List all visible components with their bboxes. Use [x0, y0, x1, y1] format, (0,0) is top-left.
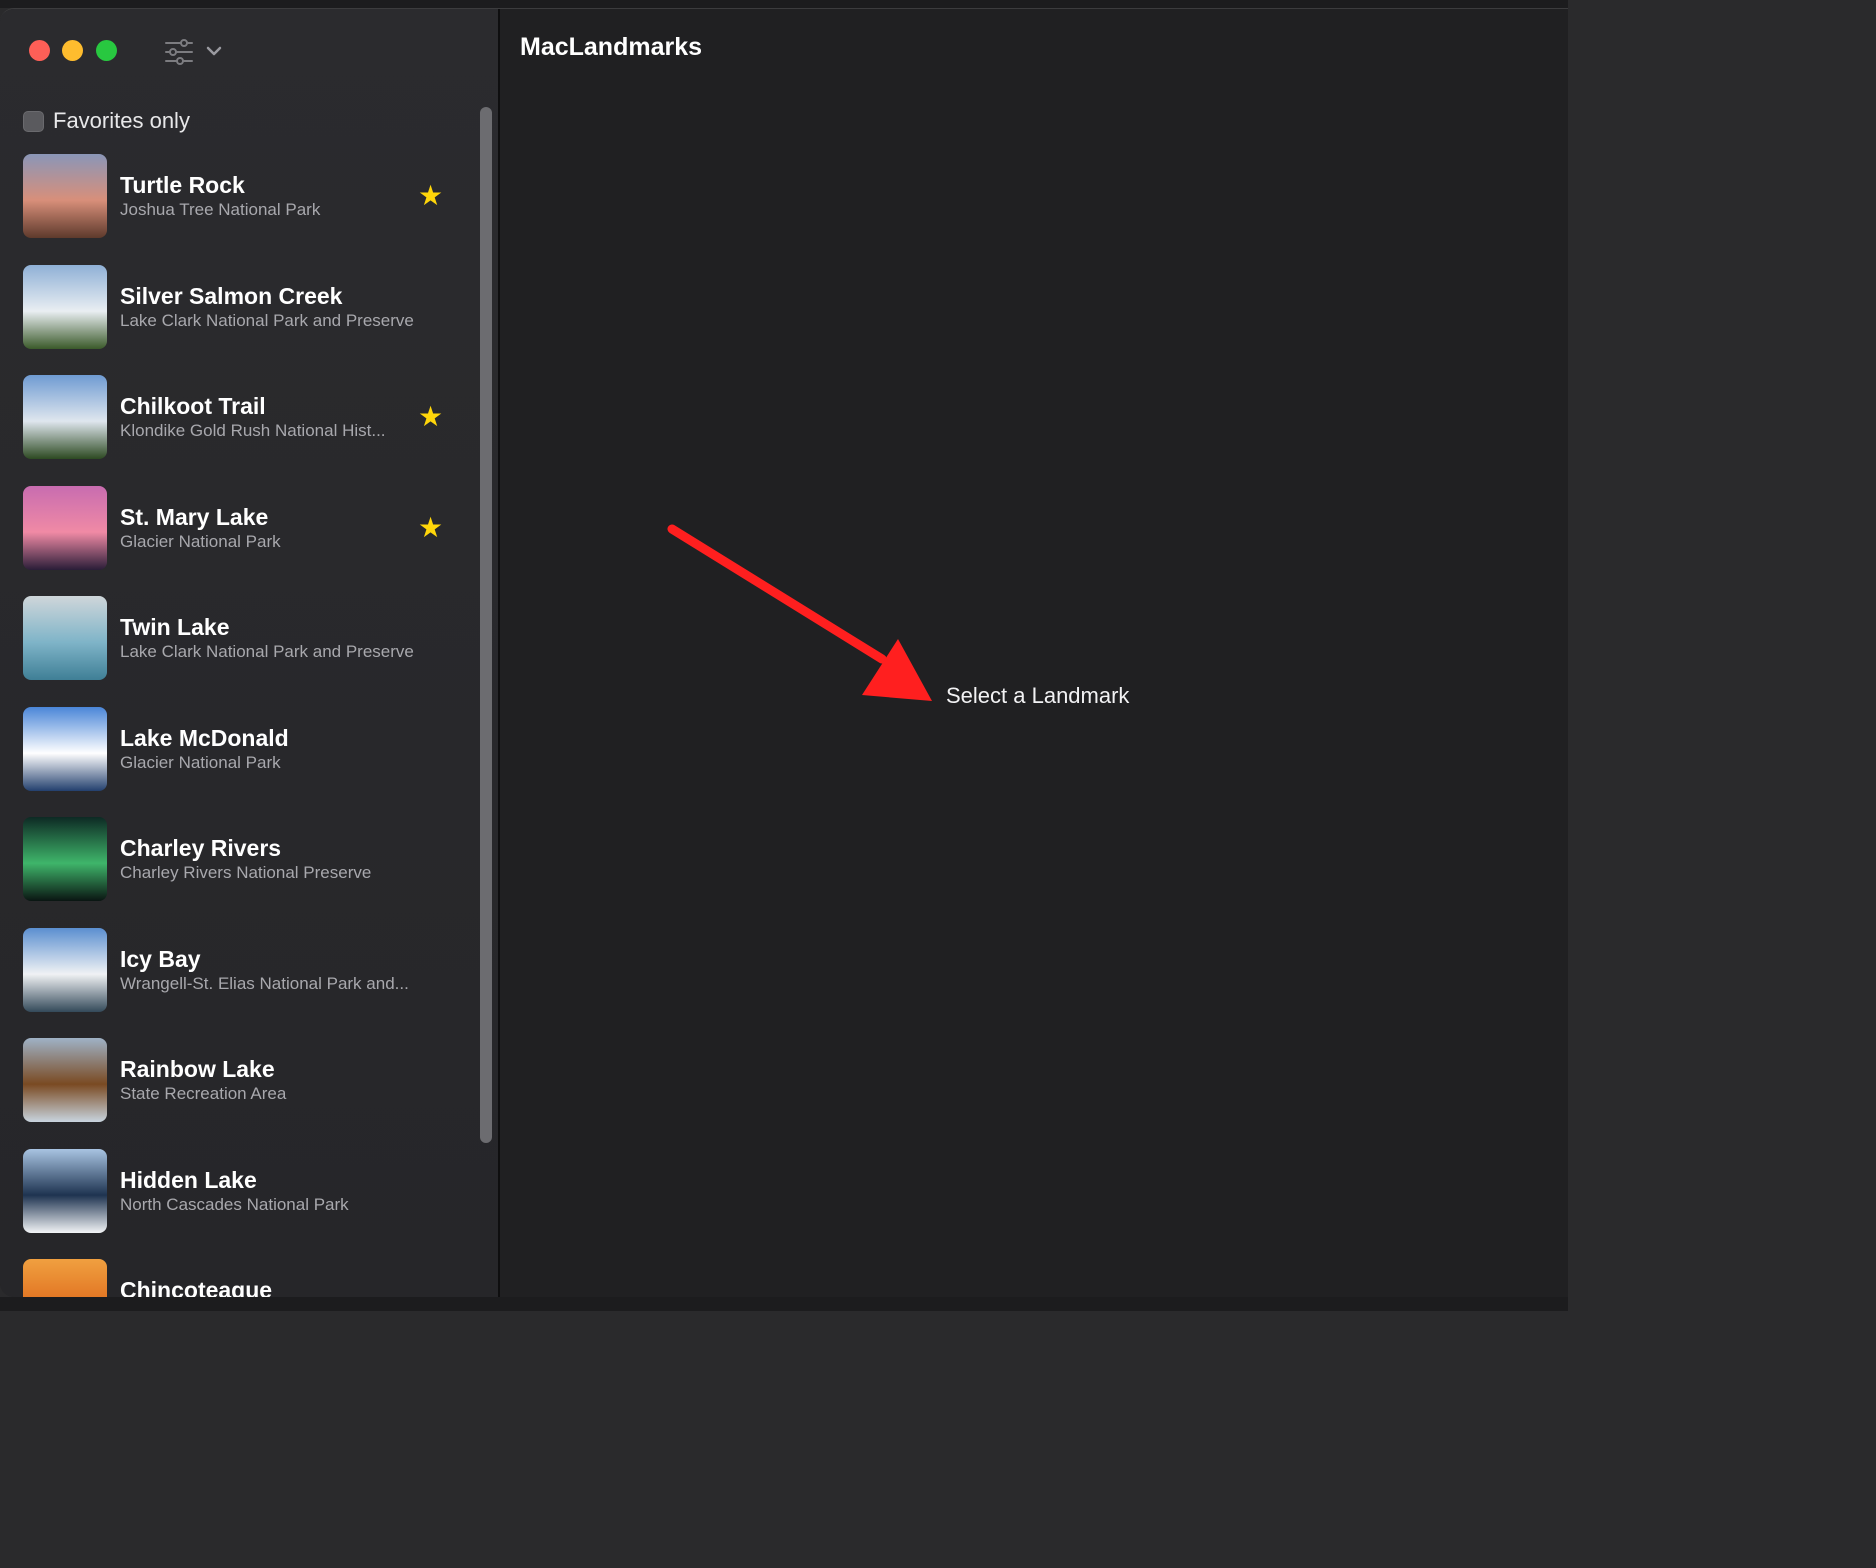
landmark-thumbnail — [23, 706, 107, 791]
landmark-row[interactable]: Chilkoot Trail Klondike Gold Rush Nationa… — [0, 375, 480, 486]
chevron-down-icon — [206, 46, 222, 56]
select-landmark-placeholder: Select a Landmark — [946, 683, 1130, 708]
landmark-name: Rainbow Lake — [120, 1056, 275, 1082]
landmark-name: Silver Salmon Creek — [120, 282, 343, 309]
landmark-thumbnail — [23, 927, 107, 1012]
favorites-checkbox[interactable] — [23, 110, 44, 132]
landmark-park: Lake Clark National Park and Preserve — [120, 310, 414, 330]
landmark-name: Lake McDonald — [120, 724, 289, 751]
landmark-thumbnail — [23, 1038, 107, 1122]
landmark-row[interactable]: St. Mary Lake Glacier National Park ★ — [0, 485, 480, 597]
landmark-row[interactable]: Hidden Lake North Cascades National Park — [0, 1148, 480, 1260]
background-strip-bottom — [0, 1297, 1568, 1311]
favorites-only-toggle[interactable]: Favorites only — [23, 105, 190, 137]
minimize-window-button[interactable] — [62, 40, 83, 61]
filter-sliders-icon — [165, 39, 193, 65]
filter-menu-button[interactable] — [160, 37, 226, 67]
landmark-park: Klondike Gold Rush National Hist... — [120, 421, 386, 440]
close-window-button[interactable] — [29, 40, 50, 61]
detail-pane: MacLandmarks Select a Landmark — [500, 9, 1568, 1297]
landmark-name: Twin Lake — [120, 614, 230, 640]
landmark-list: Turtle Rock Joshua Tree National Park ★ Sil… — [0, 154, 480, 1297]
landmark-name: Chilkoot Trail — [120, 393, 266, 419]
landmark-park: Glacier National Park — [120, 752, 281, 772]
background-strip-top — [0, 0, 1568, 8]
landmark-park: Joshua Tree National Park — [120, 200, 321, 219]
sidebar-scrollbar[interactable] — [480, 107, 492, 1143]
landmark-thumbnail — [23, 485, 107, 570]
landmark-row[interactable]: Icy Bay Wrangell-St. Elias National Park … — [0, 927, 480, 1039]
landmark-name: Chincoteague — [120, 1277, 273, 1297]
landmark-thumbnail — [23, 1148, 107, 1233]
landmark-thumbnail — [23, 817, 107, 901]
zoom-window-button[interactable] — [96, 40, 117, 61]
app-window: Favorites only Turtle Rock Joshua Tree Na… — [0, 8, 1568, 1297]
landmark-name: Charley Rivers — [120, 835, 282, 861]
landmark-row[interactable]: Silver Salmon Creek Lake Clark National P… — [0, 264, 480, 376]
landmark-park: Charley Rivers National Preserve — [120, 863, 372, 882]
landmark-row[interactable]: Rainbow Lake State Recreation Area — [0, 1038, 480, 1149]
favorites-label: Favorites only — [53, 108, 190, 133]
favorite-star-icon: ★ — [418, 511, 444, 543]
landmark-row[interactable]: Chincoteague — [0, 1259, 480, 1297]
landmark-thumbnail — [23, 375, 107, 459]
window-title: MacLandmarks — [520, 33, 703, 61]
landmark-park: State Recreation Area — [120, 1084, 287, 1103]
landmark-name: Turtle Rock — [120, 172, 245, 198]
landmark-name: Hidden Lake — [120, 1166, 257, 1193]
landmark-park: North Cascades National Park — [120, 1194, 349, 1214]
annotation-arrow — [667, 524, 932, 701]
landmark-row[interactable]: Turtle Rock Joshua Tree National Park ★ — [0, 154, 480, 265]
landmark-row[interactable]: Charley Rivers Charley Rivers National Pr… — [0, 817, 480, 928]
landmark-thumbnail — [23, 264, 107, 349]
sidebar: Favorites only Turtle Rock Joshua Tree Na… — [0, 9, 500, 1297]
landmark-thumbnail — [23, 596, 107, 680]
landmark-park: Wrangell-St. Elias National Park and... — [120, 973, 409, 993]
landmark-thumbnail — [23, 154, 107, 238]
landmark-row[interactable]: Twin Lake Lake Clark National Park and Pr… — [0, 596, 480, 707]
landmark-name: St. Mary Lake — [120, 503, 269, 530]
landmark-park: Lake Clark National Park and Preserve — [120, 642, 414, 661]
landmark-name: Icy Bay — [120, 945, 201, 972]
favorite-star-icon: ★ — [418, 180, 444, 211]
landmark-row[interactable]: Lake McDonald Glacier National Park — [0, 706, 480, 818]
landmark-park: Glacier National Park — [120, 531, 281, 551]
landmark-thumbnail — [23, 1259, 107, 1297]
favorite-star-icon: ★ — [418, 401, 444, 432]
